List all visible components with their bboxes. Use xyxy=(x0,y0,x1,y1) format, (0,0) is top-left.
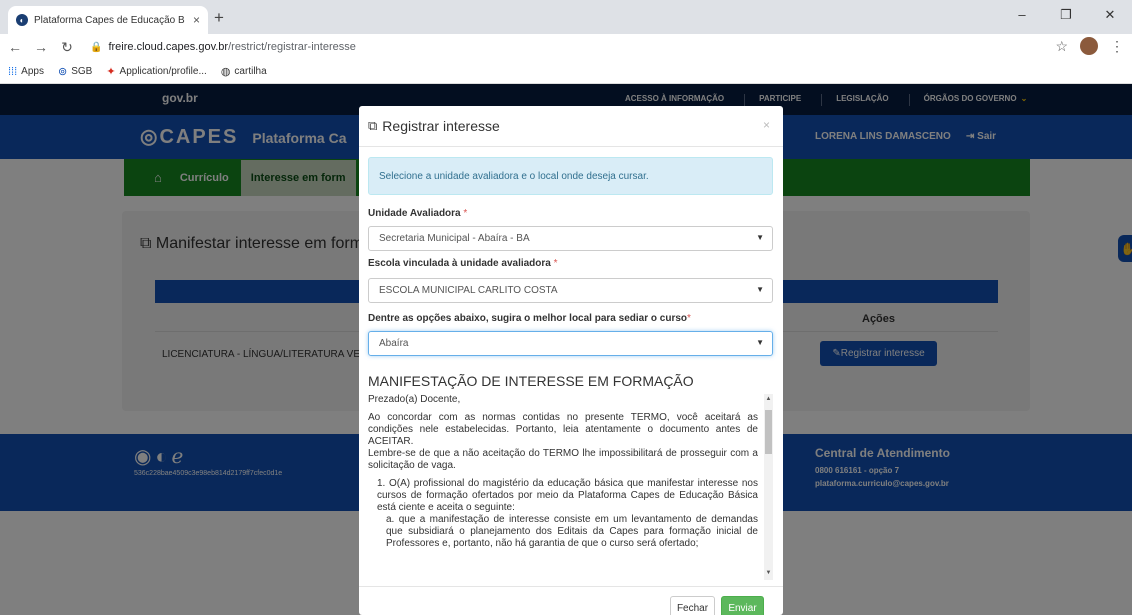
browser-tabbar: ◐ Plataforma Capes de Educação B × + – ❐… xyxy=(0,0,1132,34)
bookmark-label: Apps xyxy=(21,66,44,77)
unidade-label: Unidade Avaliadora * xyxy=(368,208,467,219)
window-controls: – ❐ ✕ xyxy=(1000,0,1132,30)
restore-icon[interactable]: ❐ xyxy=(1044,0,1088,30)
maple-leaf-icon: ✦ xyxy=(106,66,116,78)
local-label-text: Dentre as opções abaixo, sugira o melhor… xyxy=(368,313,687,324)
local-selected-value: Abaíra xyxy=(379,338,409,349)
escola-selected-value: ESCOLA MUNICIPAL CARLITO COSTA xyxy=(379,285,558,296)
required-marker: * xyxy=(553,258,558,269)
register-interest-modal: ⧉ Registrar interesse × Selecione a unid… xyxy=(359,106,783,615)
unidade-select[interactable]: Secretaria Municipal - Abaíra - BA ▼ xyxy=(368,226,773,251)
terms-subitem: a. que a manifestação de interesse consi… xyxy=(386,514,758,549)
bookmark-label: Application/profile... xyxy=(119,66,207,77)
escola-select[interactable]: ESCOLA MUNICIPAL CARLITO COSTA ▼ xyxy=(368,278,773,303)
unidade-label-text: Unidade Avaliadora xyxy=(368,208,461,219)
reload-icon[interactable]: ↻ xyxy=(56,39,78,56)
terms-text: Prezado(a) Docente, Ao concordar com as … xyxy=(368,394,758,556)
required-marker: * xyxy=(463,208,468,219)
back-icon[interactable]: ← xyxy=(4,39,26,55)
dropdown-caret-icon: ▼ xyxy=(756,285,764,294)
bookmark-apps[interactable]: ⁞⁞⁞ Apps xyxy=(8,66,44,78)
bookmark-star-icon[interactable]: ☆ xyxy=(1055,38,1068,55)
forward-icon[interactable]: → xyxy=(30,39,52,55)
dropdown-caret-icon: ▼ xyxy=(756,338,764,347)
url-host: freire.cloud.capes.gov.br xyxy=(108,41,229,53)
local-label: Dentre as opções abaixo, sugira o melhor… xyxy=(368,313,691,324)
tab-close-icon[interactable]: × xyxy=(193,13,200,27)
address-bar-row: ← → ↻ 🔒 freire.cloud.capes.gov.br/restri… xyxy=(0,34,1132,60)
bookmark-sgb[interactable]: ⊚ SGB xyxy=(58,65,92,78)
close-window-icon[interactable]: ✕ xyxy=(1088,0,1132,30)
modal-footer xyxy=(359,586,783,615)
new-tab-button[interactable]: + xyxy=(214,8,224,28)
url-path: /restrict/registrar-interesse xyxy=(228,41,356,53)
terms-paragraph: Lembre-se de que a não aceitação do TERM… xyxy=(368,448,758,471)
tab-title: Plataforma Capes de Educação B xyxy=(34,14,185,26)
escola-label-text: Escola vinculada à unidade avaliadora xyxy=(368,258,551,269)
globe-icon: ◍ xyxy=(220,66,231,78)
escola-label: Escola vinculada à unidade avaliadora * xyxy=(368,258,558,269)
scroll-down-icon[interactable]: ▼ xyxy=(764,570,773,576)
modal-close-icon[interactable]: × xyxy=(763,118,770,132)
modal-title-text: Registrar interesse xyxy=(382,118,500,134)
dropdown-caret-icon: ▼ xyxy=(756,233,764,242)
apps-grid-icon: ⁞⁞⁞ xyxy=(8,65,18,78)
modal-header: ⧉ Registrar interesse × xyxy=(359,106,783,147)
bookmark-label: SGB xyxy=(71,66,93,77)
bookmark-label: cartilha xyxy=(234,66,267,77)
bookmark-application-profile[interactable]: ✦ Application/profile... xyxy=(106,65,207,78)
terms-item: 1. O(A) profissional do magistério da ed… xyxy=(377,478,758,513)
capes-icon: ⊚ xyxy=(57,66,68,78)
profile-avatar[interactable] xyxy=(1080,37,1098,55)
bookmark-cartilha[interactable]: ◍ cartilha xyxy=(221,65,267,78)
terms-title: MANIFESTAÇÃO DE INTERESSE EM FORMAÇÃO xyxy=(368,373,694,389)
bookmarks-bar: ⁞⁞⁞ Apps ⊚ SGB ✦ Application/profile... ◍ ca… xyxy=(0,60,1132,84)
external-link-icon: ⧉ xyxy=(368,118,378,133)
unidade-selected-value: Secretaria Municipal - Abaíra - BA xyxy=(379,233,530,244)
modal-title: ⧉ Registrar interesse xyxy=(368,118,500,134)
local-select[interactable]: Abaíra ▼ xyxy=(368,331,773,356)
browser-tab[interactable]: ◐ Plataforma Capes de Educação B × xyxy=(8,6,208,34)
terms-greeting: Prezado(a) Docente, xyxy=(368,394,461,405)
menu-kebab-icon[interactable]: ⋮ xyxy=(1110,38,1124,55)
terms-paragraph: Ao concordar com as normas contidas no p… xyxy=(368,412,758,447)
scrollbar-thumb[interactable] xyxy=(765,410,772,454)
scroll-up-icon[interactable]: ▲ xyxy=(764,396,773,402)
capes-favicon-icon: ◐ xyxy=(16,14,28,26)
terms-scroll-area[interactable]: Prezado(a) Docente, Ao concordar com as … xyxy=(368,394,773,580)
required-marker: * xyxy=(687,313,691,324)
url-field[interactable]: 🔒 freire.cloud.capes.gov.br/restrict/reg… xyxy=(90,41,356,53)
info-alert: Selecione a unidade avaliadora e o local… xyxy=(368,157,773,195)
minimize-icon[interactable]: – xyxy=(1000,0,1044,30)
lock-icon: 🔒 xyxy=(90,41,103,53)
